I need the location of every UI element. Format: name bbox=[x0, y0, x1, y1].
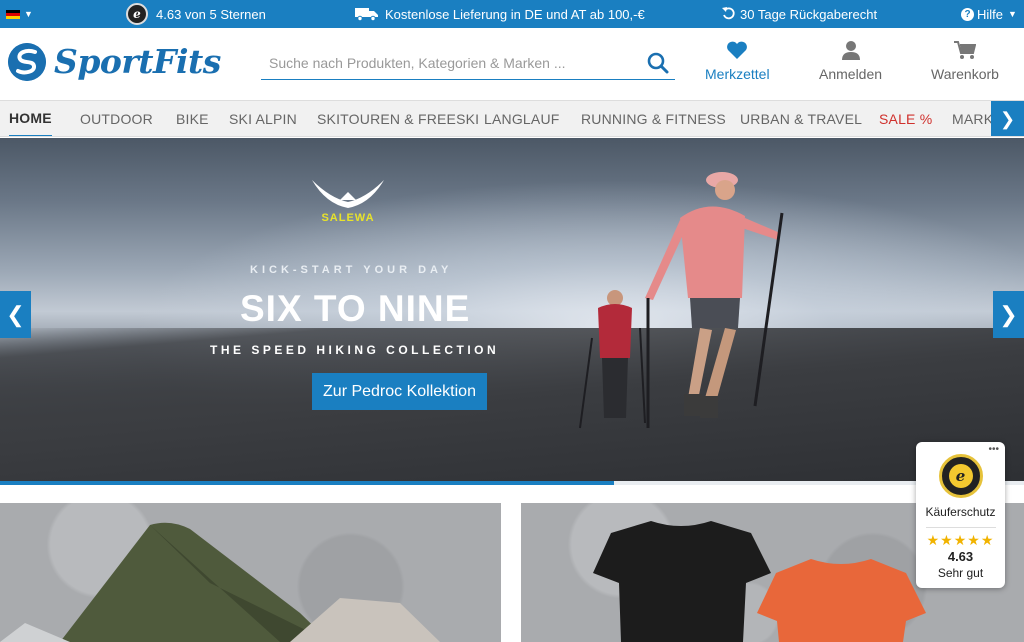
rating-text: 4.63 von 5 Sternen bbox=[156, 6, 266, 22]
shop-rating[interactable]: e 4.63 von 5 Sternen bbox=[126, 0, 266, 28]
nav-item-ski-alpin[interactable]: SKI ALPIN bbox=[229, 101, 297, 136]
hero-background-rocks bbox=[0, 328, 1024, 485]
cart-icon bbox=[953, 41, 976, 59]
chevron-left-icon: ❮ bbox=[6, 301, 25, 327]
slider-prev-button[interactable]: ❮ bbox=[0, 291, 31, 338]
favorites-label: Merkzettel bbox=[705, 66, 770, 82]
trust-score: 4.63 bbox=[947, 549, 974, 564]
heart-icon bbox=[727, 41, 748, 59]
language-selector[interactable]: ▼ bbox=[6, 0, 33, 28]
question-icon: ? bbox=[961, 7, 974, 21]
nav-item-sale[interactable]: SALE % bbox=[879, 101, 932, 136]
divider bbox=[925, 527, 996, 528]
trusted-shops-widget[interactable]: ••• e Käuferschutz ★★★★★ 4.63 Sehr gut bbox=[916, 442, 1005, 588]
search-bar bbox=[261, 46, 675, 80]
tent-image bbox=[0, 522, 440, 642]
nav-item-urban[interactable]: URBAN & TRAVEL bbox=[740, 101, 862, 136]
trust-verdict: Sehr gut bbox=[937, 566, 984, 580]
logo-text: SportFits bbox=[54, 42, 221, 81]
chevron-down-icon: ▼ bbox=[1008, 9, 1017, 19]
slider-progress-fill bbox=[0, 481, 615, 485]
chevron-down-icon: ▼ bbox=[24, 9, 33, 19]
logo[interactable]: SportFits bbox=[8, 42, 221, 81]
return-text: 30 Tage Rückgaberecht bbox=[740, 6, 878, 22]
chevron-right-icon: ❯ bbox=[999, 301, 1018, 327]
hero-cta-button[interactable]: Zur Pedroc Kollektion bbox=[312, 373, 487, 410]
hero-banner[interactable]: SALEWA KICK-START YOUR DAY SIX TO NINE T… bbox=[0, 138, 1024, 485]
nav-item-outdoor[interactable]: OUTDOOR bbox=[80, 101, 153, 136]
help-menu[interactable]: ? Hilfe ▼ bbox=[961, 0, 1017, 28]
delivery-info: Kostenlose Lieferung in DE und AT ab 100… bbox=[355, 0, 645, 28]
nav-scroll-right-button[interactable]: ❯ bbox=[991, 101, 1024, 136]
german-flag-icon bbox=[6, 9, 20, 19]
more-options-icon[interactable]: ••• bbox=[988, 444, 999, 455]
slider-next-button[interactable]: ❯ bbox=[993, 291, 1024, 338]
salewa-logo: SALEWA bbox=[310, 178, 386, 224]
nav-item-home[interactable]: HOME bbox=[9, 101, 52, 136]
search-icon[interactable] bbox=[645, 50, 671, 76]
trusted-shops-seal-icon: e bbox=[938, 454, 983, 498]
hikers-illustration bbox=[579, 172, 784, 429]
return-arrow-icon bbox=[722, 7, 735, 20]
favorites-button[interactable]: Merkzettel bbox=[705, 40, 770, 82]
truck-icon bbox=[355, 8, 378, 21]
delivery-text: Kostenlose Lieferung in DE und AT ab 100… bbox=[385, 6, 645, 22]
sportfits-logo-icon bbox=[8, 42, 46, 81]
nav-item-langlauf[interactable]: LANGLAUF bbox=[484, 101, 560, 136]
salewa-eagle-icon bbox=[312, 180, 384, 208]
hero-kicker: KICK-START YOUR DAY bbox=[250, 264, 453, 276]
slider-progress bbox=[0, 481, 1024, 485]
login-button[interactable]: Anmelden bbox=[819, 40, 882, 82]
hero-headline: SIX TO NINE bbox=[240, 288, 471, 329]
cart-button[interactable]: Warenkorb bbox=[931, 40, 999, 82]
trusted-shops-icon: e bbox=[126, 3, 148, 25]
hero-subline: THE SPEED HIKING COLLECTION bbox=[210, 343, 500, 357]
chevron-right-icon: ❯ bbox=[999, 108, 1016, 129]
return-policy: 30 Tage Rückgaberecht bbox=[722, 0, 877, 28]
top-info-bar: ▼ e 4.63 von 5 Sternen Kostenlose Liefer… bbox=[0, 0, 1024, 28]
help-label: Hilfe bbox=[977, 6, 1004, 22]
nav-item-skitouren[interactable]: SKITOUREN & FREESKI bbox=[317, 101, 479, 136]
login-label: Anmelden bbox=[819, 66, 883, 82]
star-rating: ★★★★★ bbox=[926, 532, 995, 548]
teaser-tile-tents[interactable] bbox=[0, 503, 501, 642]
search-input[interactable] bbox=[261, 54, 631, 71]
site-header: SportFits Merkzettel Anmelden Warenkorb bbox=[0, 28, 1024, 100]
trust-label: Käuferschutz bbox=[925, 505, 996, 519]
user-icon bbox=[841, 41, 860, 60]
nav-item-running[interactable]: RUNNING & FITNESS bbox=[581, 101, 726, 136]
category-nav: HOME OUTDOOR BIKE SKI ALPIN SKITOUREN & … bbox=[0, 100, 1024, 137]
nav-item-bike[interactable]: BIKE bbox=[176, 101, 209, 136]
salewa-wordmark: SALEWA bbox=[321, 212, 375, 224]
cart-label: Warenkorb bbox=[931, 66, 999, 82]
